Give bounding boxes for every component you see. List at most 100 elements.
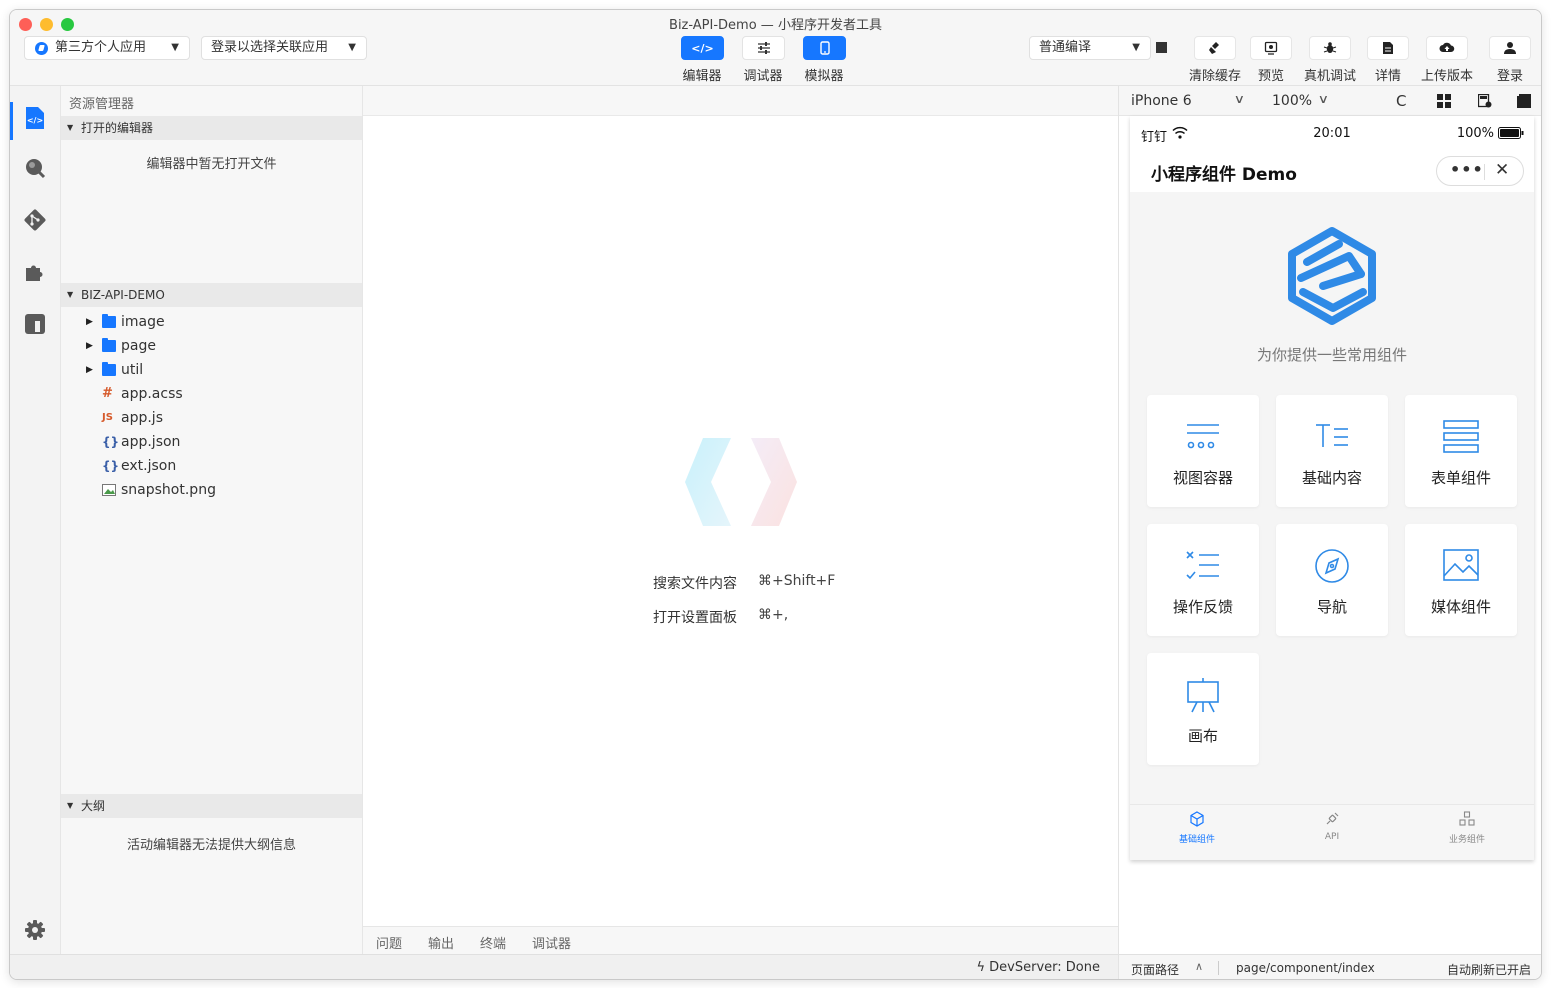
compile-mode-value: 普通编译	[1039, 40, 1092, 55]
tab-output[interactable]: 输出	[428, 933, 454, 952]
json-file-icon: {}	[102, 459, 120, 473]
clear-cache-button[interactable]	[1194, 36, 1236, 60]
battery-icon	[1498, 127, 1524, 139]
broom-icon	[1209, 42, 1219, 54]
linked-app-value: 登录以选择关联应用	[211, 40, 329, 55]
editor-tab-bar	[363, 86, 1118, 116]
window-title: Biz-API-Demo — 小程序开发者工具	[669, 18, 882, 33]
editor-mode-button[interactable]: </>	[681, 36, 724, 60]
shortcut-key: ⌘+,	[758, 607, 789, 623]
tab-problems[interactable]: 问题	[376, 933, 402, 952]
device-select[interactable]: iPhone 6	[1131, 93, 1192, 109]
outline-empty: 活动编辑器无法提供大纲信息	[126, 838, 296, 853]
git-icon	[24, 209, 46, 231]
components-activity-button[interactable]	[23, 312, 47, 336]
ide-logo-icon	[685, 438, 797, 526]
chevron-up-icon[interactable]: ∧	[1195, 960, 1203, 973]
user-icon	[1504, 42, 1516, 54]
tree-file-app-json[interactable]: {} app.json	[61, 430, 362, 454]
cloud-upload-icon	[1439, 42, 1455, 52]
folder-icon	[102, 362, 116, 376]
phone-tab-bar: 基础组件 API 业务组件	[1130, 804, 1534, 860]
tab-debugger[interactable]: 调试器	[532, 933, 571, 952]
upload-button[interactable]	[1426, 36, 1468, 60]
compass-icon	[1315, 549, 1349, 583]
scene-icon[interactable]	[1478, 94, 1492, 108]
tree-file-ext-json[interactable]: {} ext.json	[61, 454, 362, 478]
extensions-activity-button[interactable]	[23, 260, 47, 284]
tab-terminal[interactable]: 终端	[480, 933, 506, 952]
git-activity-button[interactable]	[23, 208, 47, 232]
card-label: 表单组件	[1430, 469, 1491, 487]
shortcut-search: 搜索文件内容 ⌘+Shift+F	[653, 573, 835, 593]
hero-subtitle: 为你提供一些常用组件	[1256, 346, 1407, 364]
debugger-mode-label: 调试器	[743, 69, 783, 84]
login-label: 登录	[1496, 69, 1523, 84]
auto-refresh-status[interactable]: 自动刷新已开启	[1447, 961, 1531, 978]
app-logo-icon	[35, 42, 48, 55]
tab-basic-components[interactable]: 基础组件	[1147, 811, 1247, 845]
active-indicator	[10, 102, 13, 140]
tree-folder-page[interactable]: ▶ page	[61, 334, 362, 358]
project-header[interactable]: BIZ-API-DEMO	[61, 283, 362, 307]
compile-mode-select[interactable]: 普通编译 ▼	[1029, 36, 1151, 60]
editor-area: 搜索文件内容 ⌘+Shift+F 打开设置面板 ⌘+, 问题 输出 终端 调试器	[363, 86, 1118, 954]
card-form[interactable]: 表单组件	[1405, 395, 1517, 507]
card-canvas[interactable]: 画布	[1147, 653, 1259, 765]
tree-folder-image[interactable]: ▶ image	[61, 310, 362, 334]
simulator-mode-button[interactable]	[803, 36, 846, 60]
preview-button[interactable]	[1250, 36, 1292, 60]
card-label: 视图容器	[1172, 469, 1233, 487]
card-label: 基础内容	[1301, 469, 1362, 487]
search-activity-button[interactable]	[23, 156, 47, 180]
tab-business-components[interactable]: 业务组件	[1417, 811, 1517, 845]
card-feedback[interactable]: 操作反馈	[1147, 524, 1259, 636]
bottom-panel-tabs: 问题 输出 终端 调试器	[363, 926, 1118, 954]
card-navigation[interactable]: 导航	[1276, 524, 1388, 636]
window-icon[interactable]	[1517, 94, 1531, 108]
tree-file-app-acss[interactable]: # app.acss	[61, 382, 362, 406]
shortcut-key: ⌘+Shift+F	[758, 573, 836, 589]
preview-icon	[1264, 41, 1278, 55]
card-media[interactable]: 媒体组件	[1405, 524, 1517, 636]
explorer-activity-button[interactable]: </>	[23, 106, 47, 130]
login-button[interactable]	[1489, 36, 1531, 60]
open-editors-header[interactable]: 打开的编辑器	[61, 116, 362, 140]
lightning-icon: ϟ	[976, 960, 990, 975]
code-icon: </>	[691, 42, 714, 55]
css-file-icon: #	[102, 386, 113, 401]
outline-header[interactable]: 大纲	[61, 794, 362, 818]
debugger-mode-button[interactable]	[742, 36, 785, 60]
text-icon	[1316, 424, 1348, 447]
page-path-value: page/component/index	[1236, 961, 1375, 975]
simulator-panel: iPhone 6 ∨ 100% ∨ C 钉钉 20:01 100% 小程序组件 …	[1118, 86, 1541, 954]
close-icon[interactable]: ✕	[1495, 160, 1509, 180]
app-type-select[interactable]: 第三方个人应用 ▼	[24, 36, 190, 60]
zoom-select[interactable]: 100%	[1272, 93, 1312, 109]
phone-screen: 钉钉 20:01 100% 小程序组件 Demo ••• ✕ 为你提供一些常用组…	[1130, 116, 1534, 860]
card-label: 媒体组件	[1430, 598, 1491, 616]
remote-debug-button[interactable]	[1309, 36, 1351, 60]
bug-icon	[1323, 42, 1337, 53]
linked-app-select[interactable]: 登录以选择关联应用 ▼	[201, 36, 367, 60]
settings-activity-button[interactable]	[23, 918, 47, 942]
refresh-icon[interactable]: C	[1396, 92, 1410, 110]
json-file-icon: {}	[102, 435, 120, 449]
image-file-icon	[102, 484, 116, 496]
cube-icon	[1190, 811, 1204, 827]
tree-file-app-js[interactable]: JS app.js	[61, 406, 362, 430]
tree-folder-util[interactable]: ▶ util	[61, 358, 362, 382]
stop-button[interactable]	[1156, 42, 1167, 53]
grid-icon[interactable]	[1437, 94, 1451, 108]
card-basic-content[interactable]: 基础内容	[1276, 395, 1388, 507]
tree-file-snapshot-png[interactable]: snapshot.png	[61, 478, 362, 502]
simulator-status-bar: 页面路径 ∧ page/component/index 自动刷新已开启	[1118, 954, 1541, 979]
card-view-container[interactable]: 视图容器	[1147, 395, 1259, 507]
gear-icon	[25, 920, 45, 940]
more-icon[interactable]: •••	[1450, 160, 1484, 179]
app-window: Biz-API-Demo — 小程序开发者工具 第三方个人应用 ▼ 登录以选择关…	[9, 9, 1542, 980]
page-path-label[interactable]: 页面路径	[1131, 961, 1179, 978]
open-editors-empty: 编辑器中暂无打开文件	[146, 157, 277, 172]
details-button[interactable]	[1367, 36, 1409, 60]
tab-api[interactable]: API	[1282, 811, 1382, 842]
